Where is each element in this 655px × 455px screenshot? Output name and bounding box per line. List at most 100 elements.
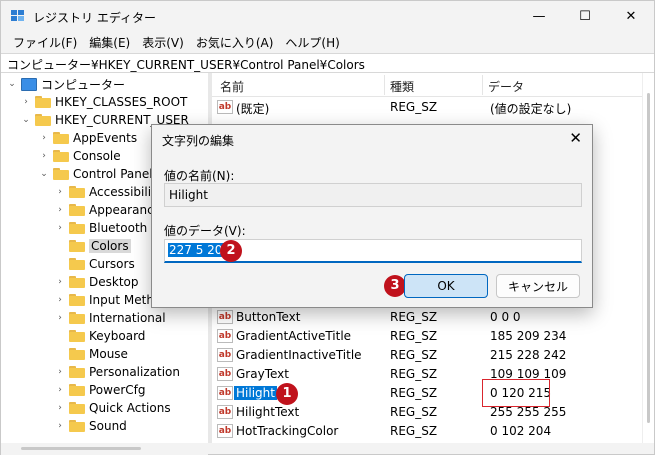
list-row[interactable]: ab GrayText REG_SZ 109 109 109 (212, 365, 642, 384)
tree-item-quick-actions[interactable]: › Quick Actions (55, 399, 170, 417)
tree-item-label: Desktop (89, 275, 139, 289)
tree-item-hkey-classes-root[interactable]: › HKEY_CLASSES_ROOT (21, 93, 187, 111)
vertical-scrollbar[interactable] (642, 73, 654, 443)
chevron-right-icon[interactable]: › (39, 133, 49, 143)
tree-item-keyboard[interactable]: Keyboard (55, 327, 145, 345)
minimize-button[interactable]: — (516, 1, 562, 31)
chevron-right-icon[interactable]: › (21, 97, 31, 107)
title-bar[interactable]: レジストリ エディター — ☐ ✕ (1, 1, 654, 31)
tree-item-control-panel[interactable]: ⌄ Control Panel (39, 165, 152, 183)
value-data: 0 0 0 (490, 310, 521, 324)
column-header-data[interactable]: データ (488, 78, 524, 95)
folder-icon (69, 186, 85, 198)
list-row[interactable]: ab GradientInactiveTitle REG_SZ 215 228 … (212, 346, 642, 365)
maximize-button[interactable]: ☐ (562, 1, 608, 31)
folder-icon (69, 240, 85, 252)
value-data: 185 209 234 (490, 329, 567, 343)
list-row[interactable]: ab ButtonText REG_SZ 0 0 0 (212, 308, 642, 327)
step-badge-2: 2 (220, 240, 242, 262)
tree-item-console[interactable]: › Console (39, 147, 121, 165)
address-bar[interactable]: コンピューター¥HKEY_CURRENT_USER¥Control Panel¥… (1, 53, 654, 73)
chevron-right-icon[interactable]: › (55, 205, 65, 215)
tree-item-accessibility[interactable]: › Accessibility (55, 183, 163, 201)
tree-item-label: コンピューター (41, 77, 126, 92)
value-data: (値の設定なし) (490, 102, 572, 116)
cancel-button[interactable]: キャンセル (496, 274, 580, 298)
tree-item-computer[interactable]: ⌄ コンピューター (7, 75, 125, 93)
value-name: HotTrackingColor (236, 424, 339, 438)
column-header-name[interactable]: 名前 (220, 78, 244, 95)
column-separator[interactable] (482, 75, 483, 95)
chevron-right-icon[interactable]: › (55, 223, 65, 233)
chevron-down-icon[interactable]: ⌄ (21, 115, 31, 125)
registry-editor-window: レジストリ エディター — ☐ ✕ ファイル(F) 編集(E) 表示(V) お気… (0, 0, 655, 455)
chevron-right-icon[interactable]: › (55, 277, 65, 287)
folder-icon (69, 330, 85, 342)
chevron-right-icon[interactable]: › (39, 151, 49, 161)
tree-item-appevents[interactable]: › AppEvents (39, 129, 137, 147)
chevron-right-icon[interactable]: › (55, 385, 65, 395)
tree-item-colors[interactable]: Colors (55, 237, 131, 255)
chevron-down-icon[interactable]: ⌄ (39, 169, 49, 179)
tree-item-label: International (89, 311, 166, 325)
chevron-right-icon[interactable]: › (55, 367, 65, 377)
menu-bar: ファイル(F) 編集(E) 表示(V) お気に入り(A) ヘルプ(H) (1, 31, 654, 53)
scrollbar-thumb[interactable] (647, 93, 650, 423)
chevron-down-icon[interactable]: ⌄ (7, 79, 17, 89)
list-row[interactable]: ab HotTrackingColor REG_SZ 0 102 204 (212, 422, 642, 441)
folder-icon (69, 222, 85, 234)
chevron-right-icon[interactable]: › (55, 187, 65, 197)
tree-item-mouse[interactable]: Mouse (55, 345, 128, 363)
folder-icon (69, 366, 85, 378)
value-type: REG_SZ (390, 386, 438, 400)
folder-icon (53, 150, 69, 162)
column-header-type[interactable]: 種類 (390, 78, 414, 95)
list-row[interactable]: ab HilightText REG_SZ 255 255 255 (212, 403, 642, 422)
menu-file[interactable]: ファイル(F) (7, 31, 83, 53)
string-value-icon: ab (217, 386, 233, 400)
chevron-right-icon[interactable]: › (55, 313, 65, 323)
value-name: ButtonText (236, 310, 301, 324)
chevron-right-icon[interactable]: › (55, 403, 65, 413)
tree-item-international[interactable]: › International (55, 309, 166, 327)
folder-icon (69, 348, 85, 360)
tree-item-label: HKEY_CLASSES_ROOT (55, 95, 188, 109)
highlight-box (482, 379, 550, 407)
tree-item-label: AppEvents (73, 131, 138, 145)
value-name: GrayText (236, 367, 289, 381)
tree-item-label: Mouse (89, 347, 128, 361)
horizontal-scrollbar[interactable] (1, 443, 208, 455)
value-data: 215 228 242 (490, 348, 567, 362)
menu-help[interactable]: ヘルプ(H) (279, 31, 345, 53)
string-value-icon: ab (217, 424, 233, 438)
value-name: HilightText (236, 405, 300, 419)
scrollbar-thumb[interactable] (21, 447, 141, 450)
value-type: REG_SZ (390, 100, 438, 114)
tree-item-label: Sound (89, 419, 127, 433)
chevron-right-icon[interactable]: › (55, 295, 65, 305)
list-row[interactable]: ab GradientActiveTitle REG_SZ 185 209 23… (212, 327, 642, 346)
tree-item-powercfg[interactable]: › PowerCfg (55, 381, 145, 399)
chevron-right-icon[interactable]: › (55, 421, 65, 431)
column-separator[interactable] (384, 75, 385, 95)
tree-item-sound[interactable]: › Sound (55, 417, 127, 435)
ok-button[interactable]: OK (404, 274, 488, 298)
folder-icon (35, 96, 51, 108)
menu-edit[interactable]: 編集(E) (83, 31, 136, 53)
list-row[interactable]: ab (既定) REG_SZ (値の設定なし) (212, 98, 642, 117)
menu-favorites[interactable]: お気に入り(A) (190, 31, 280, 53)
tree-item-appearance[interactable]: › Appearance (55, 201, 161, 219)
menu-view[interactable]: 表示(V) (136, 31, 190, 53)
tree-item-desktop[interactable]: › Desktop (55, 273, 139, 291)
tree-item-cursors[interactable]: Cursors (55, 255, 135, 273)
tree-item-personalization[interactable]: › Personalization (55, 363, 180, 381)
tree-item-label: Console (73, 149, 121, 163)
dialog-close-icon[interactable]: ✕ (569, 129, 582, 147)
value-data: 0 102 204 (490, 424, 552, 438)
tree-item-bluetooth[interactable]: › Bluetooth (55, 219, 147, 237)
string-value-icon: ab (217, 348, 233, 362)
value-name: (既定) (236, 102, 270, 116)
value-name-label: 値の名前(N): (164, 169, 235, 183)
close-button[interactable]: ✕ (608, 1, 654, 31)
folder-icon (53, 168, 69, 180)
